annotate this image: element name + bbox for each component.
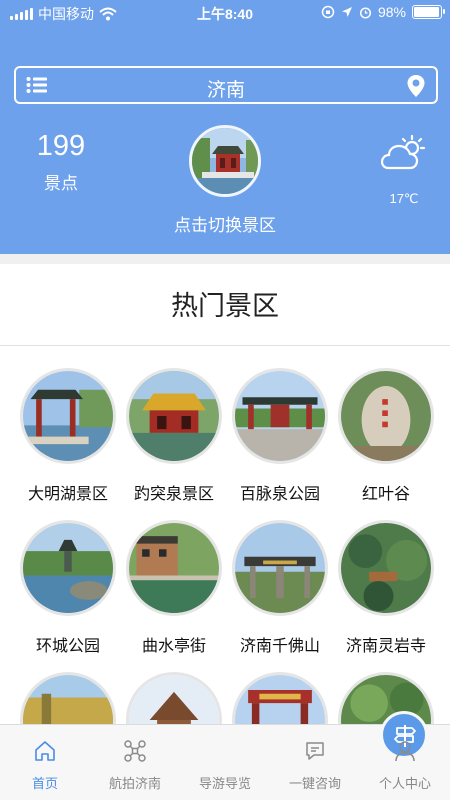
header: 济南 199 景点 点击切换景区 17℃ — [0, 26, 450, 254]
spot-image[interactable] — [338, 368, 434, 464]
status-bar: 中国移动 上午8:40 98% — [0, 0, 450, 26]
city-selector-bar[interactable]: 济南 — [14, 66, 438, 104]
section-underline — [0, 345, 450, 346]
spot-card[interactable]: 环城公园 — [12, 520, 124, 660]
spot-count-number: 199 — [36, 130, 86, 162]
spot-card[interactable]: 曲水亭街 — [118, 520, 230, 660]
switch-scenic-label[interactable]: 点击切换景区 — [0, 211, 450, 236]
spot-name[interactable]: 百脉泉公园 — [220, 480, 340, 504]
spot-count-label: 景点 — [44, 174, 78, 193]
spot-image[interactable] — [126, 520, 222, 616]
spot-name[interactable]: 曲水亭街 — [114, 632, 234, 656]
partly-cloudy-icon — [380, 134, 426, 170]
spot-image[interactable] — [232, 672, 328, 724]
spot-count: 199 景点 — [30, 130, 92, 194]
status-right: 98% — [321, 4, 445, 20]
hot-spots-grid: 大明湖景区 趵突泉景区 百脉泉公园 红叶谷 环城公园 曲水亭街 济南千佛山 济南… — [0, 368, 450, 724]
spot-card[interactable]: 大明湖景区 — [12, 368, 124, 508]
spot-image[interactable] — [20, 520, 116, 616]
spot-card[interactable] — [118, 672, 230, 724]
drone-icon[interactable] — [123, 739, 147, 763]
spot-card[interactable]: 百脉泉公园 — [224, 368, 336, 508]
spot-image[interactable] — [232, 368, 328, 464]
city-name[interactable]: 济南 — [16, 75, 436, 102]
spot-name[interactable]: 趵突泉景区 — [114, 480, 234, 504]
tab-aerial[interactable]: 航拍济南 — [90, 725, 180, 800]
tab-label[interactable]: 个人中心 — [360, 773, 450, 792]
location-pin-icon[interactable] — [406, 74, 426, 98]
spot-card[interactable]: 济南千佛山 — [224, 520, 336, 660]
home-icon[interactable] — [33, 739, 57, 763]
spot-name[interactable]: 红叶谷 — [326, 480, 446, 504]
battery-percent: 98% — [377, 4, 406, 20]
spot-image[interactable] — [20, 368, 116, 464]
spot-card[interactable]: 红叶谷 — [330, 368, 442, 508]
user-icon[interactable] — [393, 739, 417, 763]
current-scenic-image[interactable] — [189, 125, 261, 197]
spot-name[interactable]: 大明湖景区 — [8, 480, 128, 504]
spot-card[interactable]: 济南灵岩寺 — [330, 520, 442, 660]
location-arrow-icon — [341, 7, 352, 17]
spot-card[interactable]: 趵突泉景区 — [118, 368, 230, 508]
chat-icon[interactable] — [303, 739, 327, 763]
tab-label[interactable]: 航拍济南 — [90, 773, 180, 792]
tab-label[interactable]: 一键咨询 — [270, 773, 360, 792]
spot-name[interactable]: 济南千佛山 — [220, 632, 340, 656]
tab-profile[interactable]: 个人中心 — [360, 725, 450, 800]
spot-image[interactable] — [20, 672, 116, 724]
tab-consult[interactable]: 一键咨询 — [270, 725, 360, 800]
section-title: 热门景区 — [171, 291, 279, 321]
tab-home[interactable]: 首页 — [0, 725, 90, 800]
spot-image[interactable] — [126, 672, 222, 724]
bottom-tab-bar: 首页 航拍济南 导游导览 一键咨询 个人中心 — [0, 711, 450, 800]
spot-card[interactable] — [12, 672, 124, 724]
tab-guide[interactable]: 导游导览 — [180, 711, 428, 800]
spot-image[interactable] — [232, 520, 328, 616]
spot-image[interactable] — [126, 368, 222, 464]
spot-card[interactable] — [330, 672, 442, 724]
spot-name[interactable]: 济南灵岩寺 — [326, 632, 446, 656]
spot-image[interactable] — [338, 520, 434, 616]
alarm-icon — [359, 6, 372, 19]
tab-label[interactable]: 导游导览 — [180, 773, 270, 792]
tab-label[interactable]: 首页 — [0, 773, 90, 792]
temperature: 17℃ — [389, 191, 419, 206]
battery-icon — [412, 5, 445, 19]
rotation-lock-icon — [321, 5, 335, 19]
spot-card[interactable] — [224, 672, 336, 724]
battery-fill — [414, 7, 440, 17]
spot-name[interactable]: 环城公园 — [8, 632, 128, 656]
section-divider — [0, 254, 450, 264]
